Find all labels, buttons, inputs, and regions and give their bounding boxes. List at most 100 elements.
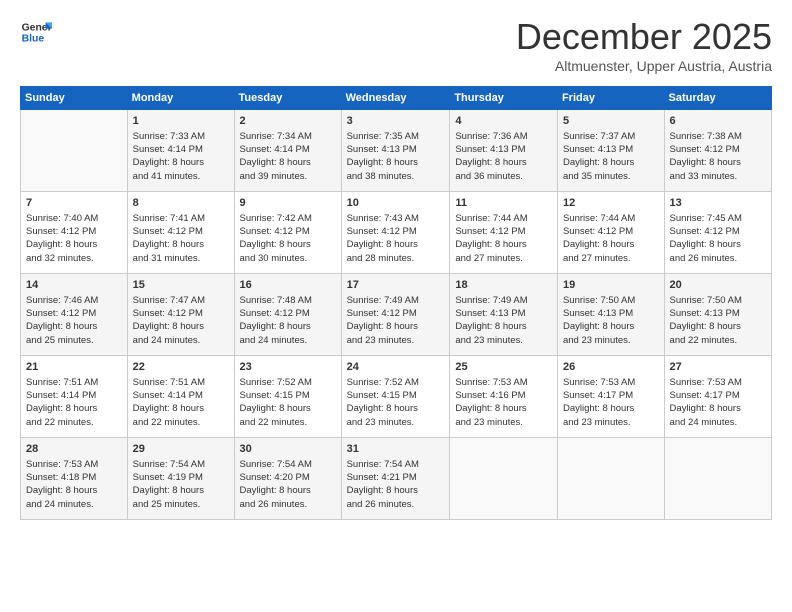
cell-w4-d4: 24Sunrise: 7:52 AM Sunset: 4:15 PM Dayli…: [341, 356, 450, 438]
day-number: 26: [563, 360, 659, 375]
col-sunday: Sunday: [21, 87, 128, 110]
day-info: Sunrise: 7:52 AM Sunset: 4:15 PM Dayligh…: [347, 376, 445, 429]
calendar-table: Sunday Monday Tuesday Wednesday Thursday…: [20, 86, 772, 520]
day-info: Sunrise: 7:40 AM Sunset: 4:12 PM Dayligh…: [26, 212, 122, 265]
cell-w2-d1: 7Sunrise: 7:40 AM Sunset: 4:12 PM Daylig…: [21, 192, 128, 274]
week-row-3: 14Sunrise: 7:46 AM Sunset: 4:12 PM Dayli…: [21, 274, 772, 356]
cell-w4-d7: 27Sunrise: 7:53 AM Sunset: 4:17 PM Dayli…: [664, 356, 771, 438]
cell-w1-d6: 5Sunrise: 7:37 AM Sunset: 4:13 PM Daylig…: [557, 110, 664, 192]
col-saturday: Saturday: [664, 87, 771, 110]
cell-w5-d5: [450, 438, 558, 520]
day-info: Sunrise: 7:52 AM Sunset: 4:15 PM Dayligh…: [240, 376, 336, 429]
cell-w5-d2: 29Sunrise: 7:54 AM Sunset: 4:19 PM Dayli…: [127, 438, 234, 520]
day-info: Sunrise: 7:33 AM Sunset: 4:14 PM Dayligh…: [133, 130, 229, 183]
cell-w2-d7: 13Sunrise: 7:45 AM Sunset: 4:12 PM Dayli…: [664, 192, 771, 274]
day-number: 6: [670, 114, 766, 129]
title-block: December 2025 Altmuenster, Upper Austria…: [516, 16, 772, 74]
cell-w3-d6: 19Sunrise: 7:50 AM Sunset: 4:13 PM Dayli…: [557, 274, 664, 356]
week-row-1: 1Sunrise: 7:33 AM Sunset: 4:14 PM Daylig…: [21, 110, 772, 192]
day-info: Sunrise: 7:51 AM Sunset: 4:14 PM Dayligh…: [26, 376, 122, 429]
cell-w2-d2: 8Sunrise: 7:41 AM Sunset: 4:12 PM Daylig…: [127, 192, 234, 274]
day-number: 16: [240, 278, 336, 293]
cell-w3-d3: 16Sunrise: 7:48 AM Sunset: 4:12 PM Dayli…: [234, 274, 341, 356]
day-number: 9: [240, 196, 336, 211]
day-number: 30: [240, 442, 336, 457]
day-info: Sunrise: 7:37 AM Sunset: 4:13 PM Dayligh…: [563, 130, 659, 183]
day-info: Sunrise: 7:35 AM Sunset: 4:13 PM Dayligh…: [347, 130, 445, 183]
cell-w1-d4: 3Sunrise: 7:35 AM Sunset: 4:13 PM Daylig…: [341, 110, 450, 192]
day-number: 29: [133, 442, 229, 457]
day-info: Sunrise: 7:44 AM Sunset: 4:12 PM Dayligh…: [563, 212, 659, 265]
day-number: 19: [563, 278, 659, 293]
col-wednesday: Wednesday: [341, 87, 450, 110]
cell-w1-d2: 1Sunrise: 7:33 AM Sunset: 4:14 PM Daylig…: [127, 110, 234, 192]
cell-w3-d1: 14Sunrise: 7:46 AM Sunset: 4:12 PM Dayli…: [21, 274, 128, 356]
subtitle: Altmuenster, Upper Austria, Austria: [516, 58, 772, 74]
logo-icon: General Blue: [20, 16, 52, 48]
day-number: 14: [26, 278, 122, 293]
logo: General Blue: [20, 16, 52, 48]
day-info: Sunrise: 7:54 AM Sunset: 4:21 PM Dayligh…: [347, 458, 445, 511]
day-info: Sunrise: 7:48 AM Sunset: 4:12 PM Dayligh…: [240, 294, 336, 347]
day-number: 13: [670, 196, 766, 211]
day-number: 1: [133, 114, 229, 129]
day-info: Sunrise: 7:47 AM Sunset: 4:12 PM Dayligh…: [133, 294, 229, 347]
day-number: 27: [670, 360, 766, 375]
week-row-4: 21Sunrise: 7:51 AM Sunset: 4:14 PM Dayli…: [21, 356, 772, 438]
cell-w4-d5: 25Sunrise: 7:53 AM Sunset: 4:16 PM Dayli…: [450, 356, 558, 438]
cell-w2-d4: 10Sunrise: 7:43 AM Sunset: 4:12 PM Dayli…: [341, 192, 450, 274]
day-number: 8: [133, 196, 229, 211]
day-info: Sunrise: 7:54 AM Sunset: 4:20 PM Dayligh…: [240, 458, 336, 511]
page: General Blue December 2025 Altmuenster, …: [0, 0, 792, 612]
day-number: 5: [563, 114, 659, 129]
day-info: Sunrise: 7:53 AM Sunset: 4:17 PM Dayligh…: [670, 376, 766, 429]
month-title: December 2025: [516, 16, 772, 58]
day-info: Sunrise: 7:49 AM Sunset: 4:12 PM Dayligh…: [347, 294, 445, 347]
day-number: 23: [240, 360, 336, 375]
day-info: Sunrise: 7:51 AM Sunset: 4:14 PM Dayligh…: [133, 376, 229, 429]
cell-w5-d6: [557, 438, 664, 520]
day-number: 24: [347, 360, 445, 375]
day-info: Sunrise: 7:46 AM Sunset: 4:12 PM Dayligh…: [26, 294, 122, 347]
cell-w5-d4: 31Sunrise: 7:54 AM Sunset: 4:21 PM Dayli…: [341, 438, 450, 520]
cell-w1-d3: 2Sunrise: 7:34 AM Sunset: 4:14 PM Daylig…: [234, 110, 341, 192]
day-number: 2: [240, 114, 336, 129]
col-friday: Friday: [557, 87, 664, 110]
day-number: 10: [347, 196, 445, 211]
day-number: 15: [133, 278, 229, 293]
cell-w2-d6: 12Sunrise: 7:44 AM Sunset: 4:12 PM Dayli…: [557, 192, 664, 274]
day-info: Sunrise: 7:50 AM Sunset: 4:13 PM Dayligh…: [563, 294, 659, 347]
day-info: Sunrise: 7:38 AM Sunset: 4:12 PM Dayligh…: [670, 130, 766, 183]
day-number: 28: [26, 442, 122, 457]
day-number: 25: [455, 360, 552, 375]
col-thursday: Thursday: [450, 87, 558, 110]
day-info: Sunrise: 7:49 AM Sunset: 4:13 PM Dayligh…: [455, 294, 552, 347]
cell-w2-d5: 11Sunrise: 7:44 AM Sunset: 4:12 PM Dayli…: [450, 192, 558, 274]
week-row-5: 28Sunrise: 7:53 AM Sunset: 4:18 PM Dayli…: [21, 438, 772, 520]
cell-w4-d6: 26Sunrise: 7:53 AM Sunset: 4:17 PM Dayli…: [557, 356, 664, 438]
day-number: 17: [347, 278, 445, 293]
day-number: 7: [26, 196, 122, 211]
cell-w3-d7: 20Sunrise: 7:50 AM Sunset: 4:13 PM Dayli…: [664, 274, 771, 356]
day-number: 22: [133, 360, 229, 375]
day-info: Sunrise: 7:34 AM Sunset: 4:14 PM Dayligh…: [240, 130, 336, 183]
col-monday: Monday: [127, 87, 234, 110]
cell-w3-d5: 18Sunrise: 7:49 AM Sunset: 4:13 PM Dayli…: [450, 274, 558, 356]
cell-w1-d5: 4Sunrise: 7:36 AM Sunset: 4:13 PM Daylig…: [450, 110, 558, 192]
day-number: 4: [455, 114, 552, 129]
day-info: Sunrise: 7:45 AM Sunset: 4:12 PM Dayligh…: [670, 212, 766, 265]
day-info: Sunrise: 7:44 AM Sunset: 4:12 PM Dayligh…: [455, 212, 552, 265]
cell-w5-d7: [664, 438, 771, 520]
day-info: Sunrise: 7:53 AM Sunset: 4:16 PM Dayligh…: [455, 376, 552, 429]
day-info: Sunrise: 7:50 AM Sunset: 4:13 PM Dayligh…: [670, 294, 766, 347]
header: General Blue December 2025 Altmuenster, …: [20, 16, 772, 74]
day-info: Sunrise: 7:43 AM Sunset: 4:12 PM Dayligh…: [347, 212, 445, 265]
header-row: Sunday Monday Tuesday Wednesday Thursday…: [21, 87, 772, 110]
day-info: Sunrise: 7:36 AM Sunset: 4:13 PM Dayligh…: [455, 130, 552, 183]
day-number: 31: [347, 442, 445, 457]
col-tuesday: Tuesday: [234, 87, 341, 110]
day-info: Sunrise: 7:53 AM Sunset: 4:17 PM Dayligh…: [563, 376, 659, 429]
svg-text:Blue: Blue: [22, 34, 45, 45]
cell-w3-d2: 15Sunrise: 7:47 AM Sunset: 4:12 PM Dayli…: [127, 274, 234, 356]
cell-w1-d7: 6Sunrise: 7:38 AM Sunset: 4:12 PM Daylig…: [664, 110, 771, 192]
